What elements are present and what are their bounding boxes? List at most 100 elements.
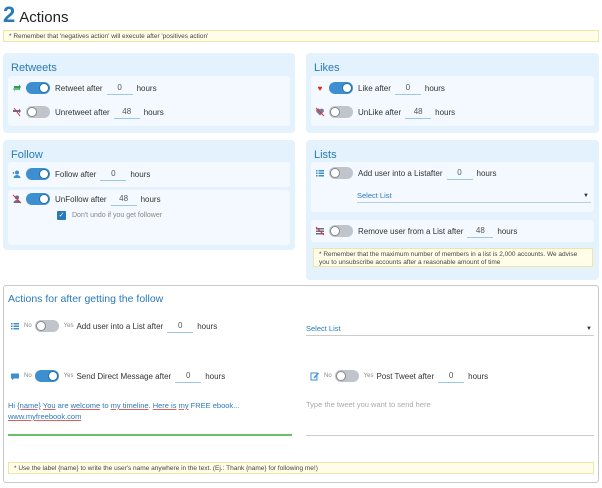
like-unit: hours (424, 83, 445, 93)
unlike-icon (315, 107, 325, 117)
follow-title: Follow (11, 149, 43, 161)
dont-undo-checkbox[interactable]: ✓ (57, 210, 66, 220)
list-add-row: Add user into a Listafter hours (315, 166, 497, 180)
retweet-toggle[interactable] (26, 82, 50, 94)
af-post-hours-input[interactable] (438, 369, 465, 383)
likes-panel: Likes ♥ Like after hours UnLike after ho… (306, 53, 599, 133)
list-add-label: Add user into a Listafter (358, 168, 443, 178)
after-follow-title: Actions for after getting the follow (8, 293, 164, 305)
retweets-title: Retweets (11, 62, 57, 74)
af-post-no: No (324, 373, 332, 379)
af-chevron-down-icon: ▼ (586, 325, 592, 332)
af-list-hours-input[interactable] (167, 319, 194, 333)
af-dm-hours-input[interactable] (175, 369, 202, 383)
follow-label: Follow after (55, 169, 97, 179)
tweet-textarea[interactable]: Type the tweet you want to send here (306, 400, 594, 436)
unfollow-label: UnFollow after (55, 194, 107, 204)
af-dm-toggle[interactable] (34, 370, 59, 382)
dm-word: to (100, 401, 111, 410)
list-select-value: Select List (357, 191, 392, 200)
retweet-label: Retweet after (55, 83, 103, 93)
like-toggle[interactable] (329, 82, 353, 94)
unfollow-card: UnFollow after hours ✓ Don't undo if you… (8, 190, 290, 245)
af-post-row: No Yes Post Tweet after hours (310, 369, 488, 383)
dm-word: welcome (70, 401, 101, 410)
af-list-yes: Yes (63, 323, 74, 329)
lists-title: Lists (314, 149, 337, 161)
af-list-no: No (24, 323, 32, 329)
dm-word: You (42, 401, 56, 410)
list-icon (315, 168, 325, 178)
unfollow-toggle[interactable] (26, 193, 50, 205)
list-add-hours-input[interactable] (446, 166, 473, 180)
follow-hours-input[interactable] (100, 167, 127, 181)
section-number: 2 (3, 2, 16, 27)
af-post-label: Post Tweet after (376, 371, 435, 381)
af-dm-unit: hours (205, 371, 226, 381)
af-post-unit: hours (468, 371, 489, 381)
chevron-down-icon: ▼ (583, 192, 589, 199)
direct-message-icon (10, 371, 20, 381)
af-list-select[interactable]: Select List ▼ (306, 322, 594, 336)
list-select[interactable]: Select List ▼ (357, 189, 591, 203)
unlike-toggle[interactable] (329, 106, 353, 118)
af-list-row: No Yes Add user into a List after hours (10, 319, 217, 333)
unfollow-icon (12, 194, 22, 204)
follow-card: Follow after hours (8, 162, 290, 187)
unlike-label: UnLike after (358, 107, 402, 117)
unretweet-unit: hours (143, 107, 164, 117)
dm-text-line1: Hi {name} You are welcome to my timeline… (8, 400, 292, 411)
list-add-toggle[interactable] (329, 167, 353, 179)
unfollow-row: UnFollow after hours (12, 192, 161, 206)
likes-card: ♥ Like after hours UnLike after hours (311, 76, 594, 126)
list-remove-row: Remove user from a List after hours (315, 224, 517, 238)
lists-add-card: Add user into a Listafter hours Select L… (311, 162, 594, 212)
list-remove-unit: hours (497, 226, 518, 236)
bottom-note: * Use the label {name} to write the user… (8, 462, 594, 474)
list-remove-toggle[interactable] (329, 225, 353, 237)
unlike-row: UnLike after hours (315, 105, 455, 119)
dont-undo-label: Don't undo if you get follower (72, 211, 163, 219)
af-list-unit: hours (197, 321, 218, 331)
retweet-unit: hours (136, 83, 157, 93)
dm-textarea[interactable]: Hi {name} You are welcome to my timeline… (8, 400, 292, 436)
section-title: Actions (19, 9, 69, 26)
unretweet-toggle[interactable] (26, 106, 50, 118)
retweet-row: Retweet after hours (12, 81, 157, 95)
dm-word: my (178, 401, 189, 410)
af-dm-row: No Yes Send Direct Message after hours (10, 369, 225, 383)
retweets-card: Retweet after hours Unretweet after hour… (8, 76, 290, 126)
unfollow-hours-input[interactable] (110, 192, 137, 206)
retweet-hours-input[interactable] (106, 81, 133, 95)
dm-word: {name} (17, 401, 41, 410)
unretweet-row: Unretweet after hours (12, 105, 164, 119)
af-list-label: Add user into a List after (76, 321, 164, 331)
unretweet-label: Unretweet after (55, 107, 110, 117)
like-row: ♥ Like after hours (315, 81, 445, 95)
lists-panel: Lists Add user into a Listafter hours Se… (306, 140, 599, 280)
retweets-panel: Retweets Retweet after hours Unretweet a… (3, 53, 295, 133)
dm-text-link: www.myfreebook.com (8, 412, 82, 421)
af-list-toggle[interactable] (34, 320, 59, 332)
dm-word: FREE ebook... (188, 401, 240, 410)
retweet-icon (12, 83, 22, 93)
dm-word: are (55, 401, 71, 410)
follow-toggle[interactable] (26, 168, 50, 180)
like-hours-input[interactable] (394, 81, 421, 95)
af-dm-no: No (24, 373, 32, 379)
unretweet-hours-input[interactable] (113, 105, 140, 119)
section-header: 2 Actions (3, 2, 68, 28)
af-post-toggle[interactable] (334, 370, 359, 382)
list-add-unit: hours (476, 168, 497, 178)
dm-word: my timeline (110, 401, 149, 410)
follow-panel: Follow Follow after hours UnFollow after… (3, 140, 295, 250)
list-remove-hours-input[interactable] (467, 224, 494, 238)
likes-title: Likes (314, 62, 340, 74)
af-post-yes: Yes (363, 373, 374, 379)
af-dm-yes: Yes (63, 373, 74, 379)
list-remove-label: Remove user from a List after (358, 226, 464, 236)
heart-icon: ♥ (317, 83, 323, 93)
unlike-hours-input[interactable] (405, 105, 432, 119)
follow-unit: hours (130, 169, 151, 179)
lists-note: * Remember that the maximum number of me… (313, 248, 593, 267)
